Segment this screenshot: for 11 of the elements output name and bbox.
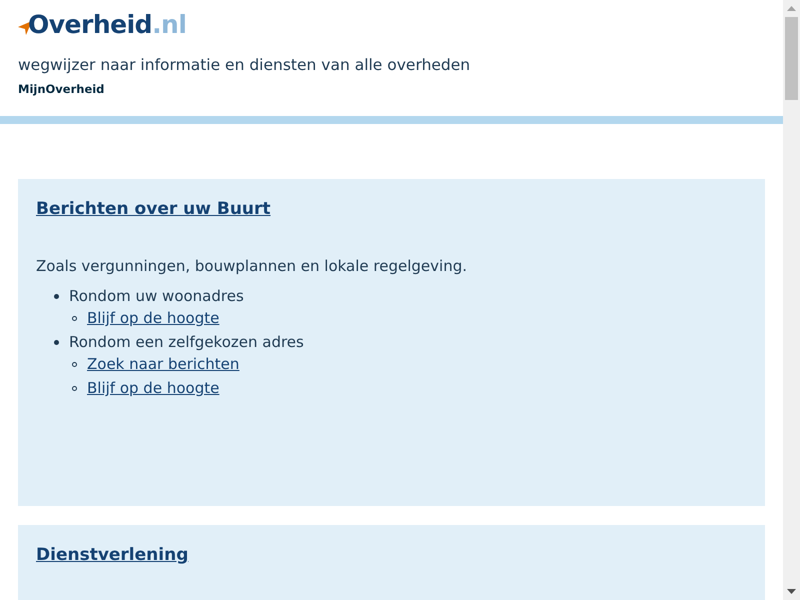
account-link[interactable]: MijnOverheid [18, 82, 104, 96]
link[interactable]: Blijf op de hoogte [87, 379, 220, 397]
link[interactable]: Blijf op de hoogte [87, 309, 220, 327]
logo[interactable]: Overheid.nl [28, 10, 186, 38]
list-item: Rondom een zelfgekozen adres [69, 333, 304, 351]
card-title-link[interactable]: Dienstverlening [36, 545, 188, 565]
list-item: Rondom uw woonadres [69, 287, 244, 305]
link[interactable]: Zoek naar berichten [87, 355, 240, 373]
tagline: wegwijzer naar informatie en diensten van alle overheden [18, 56, 472, 74]
card-intro: Zoals vergunningen, bouwplannen en lokale regelgeving. [36, 257, 468, 275]
card-title-link[interactable]: Berichten over uw Buurt [36, 199, 271, 219]
